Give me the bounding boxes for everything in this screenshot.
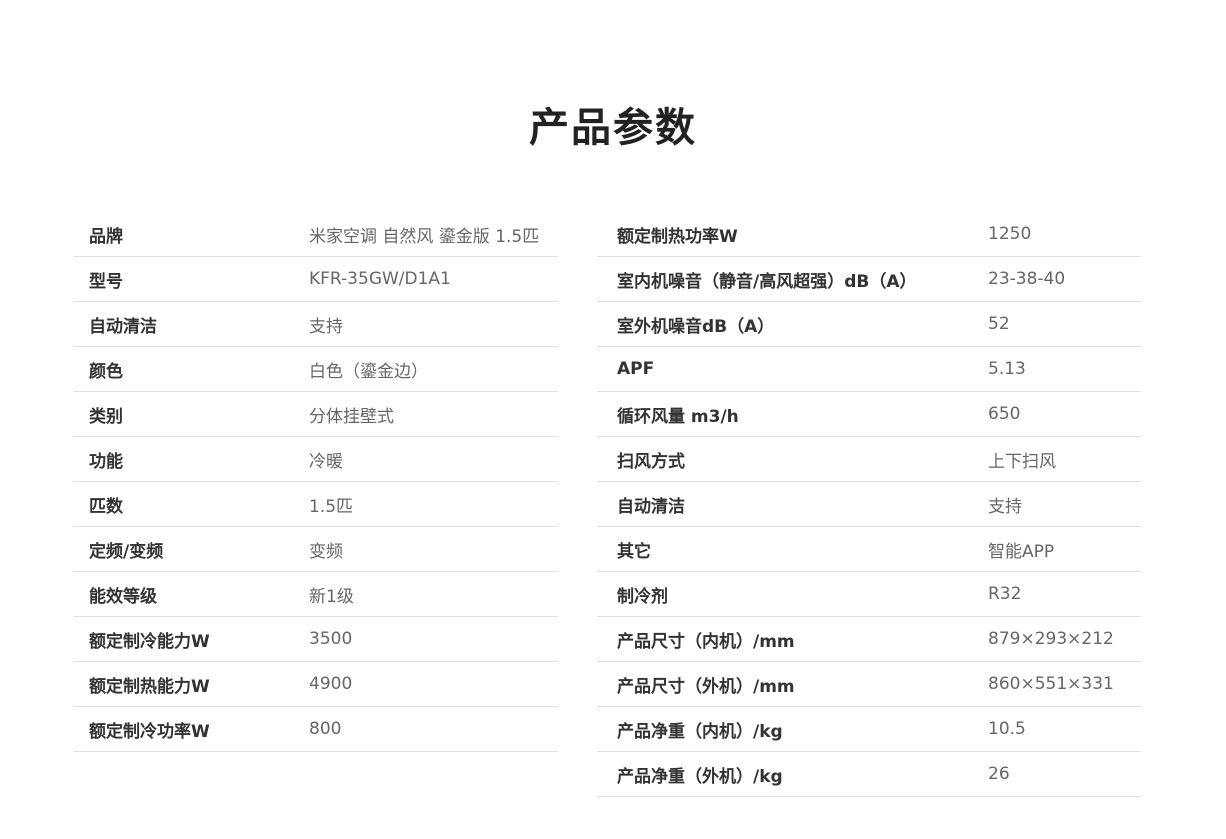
spec-label: 室外机噪音dB（A） bbox=[617, 316, 775, 337]
spec-label: APF bbox=[617, 359, 655, 379]
spec-label: 额定制冷能力W bbox=[89, 631, 210, 652]
spec-label: 室内机噪音（静音/高风超强）dB（A） bbox=[617, 271, 917, 292]
spec-value: 白色（鎏金边） bbox=[309, 361, 428, 382]
spec-value: 上下扫风 bbox=[988, 451, 1056, 472]
spec-label: 类别 bbox=[89, 406, 123, 427]
spec-row: 额定制冷能力W 3500 bbox=[73, 617, 558, 662]
spec-label: 产品净重（外机）/kg bbox=[617, 766, 783, 787]
spec-label: 扫风方式 bbox=[617, 451, 685, 472]
spec-label: 自动清洁 bbox=[89, 316, 157, 337]
spec-value: 23-38-40 bbox=[988, 269, 1066, 289]
spec-label: 匹数 bbox=[89, 496, 123, 517]
spec-value: 650 bbox=[988, 404, 1021, 424]
spec-label: 产品尺寸（内机）/mm bbox=[617, 631, 795, 652]
spec-value: 5.13 bbox=[988, 359, 1026, 379]
spec-value: KFR-35GW/D1A1 bbox=[309, 269, 451, 289]
spec-label: 品牌 bbox=[89, 226, 123, 247]
spec-label: 额定制冷功率W bbox=[89, 721, 210, 742]
spec-row: 能效等级 新1级 bbox=[73, 572, 558, 617]
spec-label: 额定制热功率W bbox=[617, 226, 738, 247]
spec-value: 879×293×212 bbox=[988, 629, 1114, 649]
spec-label: 循环风量 m3/h bbox=[617, 406, 739, 427]
spec-row: 类别 分体挂壁式 bbox=[73, 392, 558, 437]
spec-value: 860×551×331 bbox=[988, 674, 1114, 694]
spec-value: 新1级 bbox=[309, 586, 354, 607]
spec-row: 功能 冷暖 bbox=[73, 437, 558, 482]
spec-row: 额定制冷功率W 800 bbox=[73, 707, 558, 752]
spec-table-left: 品牌 米家空调 自然风 鎏金版 1.5匹 型号 KFR-35GW/D1A1 自动清洁… bbox=[73, 212, 558, 752]
spec-value: 支持 bbox=[309, 316, 343, 337]
spec-label: 额定制热能力W bbox=[89, 676, 210, 697]
spec-row: 循环风量 m3/h 650 bbox=[597, 392, 1141, 437]
spec-label: 自动清洁 bbox=[617, 496, 685, 517]
spec-value: 26 bbox=[988, 764, 1010, 784]
spec-row: 产品净重（内机）/kg 10.5 bbox=[597, 707, 1141, 752]
spec-label: 颜色 bbox=[89, 361, 123, 382]
spec-label: 产品净重（内机）/kg bbox=[617, 721, 783, 742]
spec-label: 产品尺寸（外机）/mm bbox=[617, 676, 795, 697]
spec-row: 扫风方式 上下扫风 bbox=[597, 437, 1141, 482]
spec-row: 产品净重（外机）/kg 26 bbox=[597, 752, 1141, 797]
spec-row: 品牌 米家空调 自然风 鎏金版 1.5匹 bbox=[73, 212, 558, 257]
spec-label: 功能 bbox=[89, 451, 123, 472]
spec-value: 冷暖 bbox=[309, 451, 343, 472]
spec-value: 1250 bbox=[988, 224, 1032, 244]
spec-label: 能效等级 bbox=[89, 586, 157, 607]
page-title: 产品参数 bbox=[529, 105, 697, 151]
spec-label: 制冷剂 bbox=[617, 586, 668, 607]
spec-value: 智能APP bbox=[988, 541, 1055, 562]
spec-row: 型号 KFR-35GW/D1A1 bbox=[73, 257, 558, 302]
spec-value: 4900 bbox=[309, 674, 353, 694]
spec-value: 1.5匹 bbox=[309, 496, 354, 517]
spec-row: 产品尺寸（外机）/mm 860×551×331 bbox=[597, 662, 1141, 707]
spec-value: R32 bbox=[988, 584, 1022, 604]
spec-table-right: 额定制热功率W 1250 室内机噪音（静音/高风超强）dB（A） 23-38-40 … bbox=[597, 212, 1141, 797]
spec-row: 制冷剂 R32 bbox=[597, 572, 1141, 617]
spec-value: 支持 bbox=[988, 496, 1022, 517]
spec-row: 自动清洁 支持 bbox=[73, 302, 558, 347]
spec-row: 产品尺寸（内机）/mm 879×293×212 bbox=[597, 617, 1141, 662]
spec-row: 颜色 白色（鎏金边） bbox=[73, 347, 558, 392]
spec-row: 自动清洁 支持 bbox=[597, 482, 1141, 527]
spec-value: 分体挂壁式 bbox=[309, 406, 394, 427]
spec-label: 定频/变频 bbox=[89, 541, 164, 562]
spec-label: 其它 bbox=[617, 541, 651, 562]
spec-row: APF 5.13 bbox=[597, 347, 1141, 392]
spec-value: 10.5 bbox=[988, 719, 1026, 739]
spec-row: 其它 智能APP bbox=[597, 527, 1141, 572]
spec-value: 变频 bbox=[309, 541, 343, 562]
spec-value: 米家空调 自然风 鎏金版 1.5匹 bbox=[309, 226, 540, 247]
spec-value: 800 bbox=[309, 719, 342, 739]
spec-row: 室外机噪音dB（A） 52 bbox=[597, 302, 1141, 347]
spec-row: 额定制热功率W 1250 bbox=[597, 212, 1141, 257]
spec-row: 定频/变频 变频 bbox=[73, 527, 558, 572]
spec-row: 额定制热能力W 4900 bbox=[73, 662, 558, 707]
spec-row: 匹数 1.5匹 bbox=[73, 482, 558, 527]
spec-value: 52 bbox=[988, 314, 1010, 334]
spec-row: 室内机噪音（静音/高风超强）dB（A） 23-38-40 bbox=[597, 257, 1141, 302]
spec-label: 型号 bbox=[89, 271, 123, 292]
spec-value: 3500 bbox=[309, 629, 353, 649]
